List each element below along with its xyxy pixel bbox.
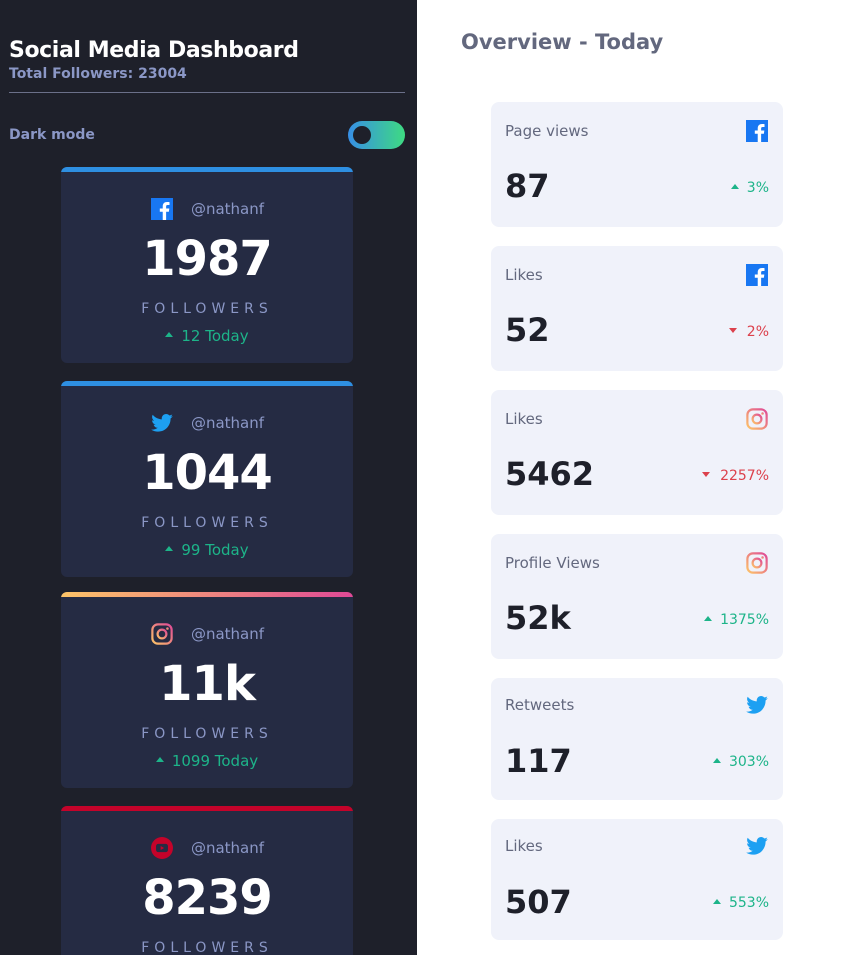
metric-change-text: 553%: [728, 895, 769, 911]
metric-change: 2%: [728, 323, 769, 341]
twitter-icon: [745, 693, 769, 717]
twitter-icon: [745, 834, 769, 858]
metric-value: 87: [505, 167, 550, 205]
toggle-knob[interactable]: [353, 126, 371, 144]
metric-change-text: 2257%: [720, 468, 769, 484]
follower-card-facebook[interactable]: @nathanf 1987 FOLLOWERS 12 Today: [61, 167, 353, 363]
metric-change-text: 2%: [746, 324, 769, 340]
metric-label: Profile Views: [505, 554, 600, 572]
dashboard-title: Social Media Dashboard: [9, 38, 299, 63]
up-arrow-icon: [730, 183, 739, 189]
metric-change: 303%: [712, 753, 769, 771]
follower-card-instagram[interactable]: @nathanf 11k FOLLOWERS 1099 Today: [61, 592, 353, 788]
instagram-icon: [150, 622, 174, 646]
down-arrow-icon: [702, 471, 711, 477]
facebook-icon: [150, 197, 174, 221]
follower-count: 8239: [142, 870, 273, 926]
metric-change: 2257%: [702, 467, 769, 485]
follower-count: 1987: [142, 231, 273, 287]
up-arrow-icon: [712, 898, 721, 904]
card-accent-bar: [61, 381, 353, 386]
overview-card-twitter-likes[interactable]: Likes 507 553%: [491, 819, 783, 940]
card-accent-bar: [61, 806, 353, 811]
followers-label: FOLLOWERS: [141, 301, 273, 317]
overview-card-instagram-likes[interactable]: Likes 5462 2257%: [491, 390, 783, 515]
handle: @nathanf: [190, 839, 265, 857]
overview-card-facebook-likes[interactable]: Likes 52 2%: [491, 246, 783, 371]
handle: @nathanf: [190, 200, 265, 218]
handle: @nathanf: [190, 625, 265, 643]
follower-count: 11k: [159, 656, 256, 712]
twitter-icon: [150, 411, 174, 435]
today-change-text: 12 Today: [181, 327, 249, 345]
instagram-icon: [745, 551, 769, 575]
overview-card-facebook-page-views[interactable]: Page views 87 3%: [491, 102, 783, 227]
facebook-icon: [745, 119, 769, 143]
metric-value: 5462: [505, 455, 595, 493]
metric-value: 507: [505, 883, 572, 921]
metric-change-text: 1375%: [720, 612, 769, 628]
youtube-icon: [150, 836, 174, 860]
today-change: 1099 Today: [61, 752, 353, 770]
metric-label: Page views: [505, 122, 589, 140]
metric-change: 1375%: [704, 611, 769, 629]
followers-label: FOLLOWERS: [141, 940, 273, 955]
today-change-text: 1099 Today: [171, 752, 259, 770]
up-arrow-icon: [155, 757, 164, 762]
dark-mode-toggle[interactable]: [348, 121, 405, 149]
followers-label: FOLLOWERS: [141, 726, 273, 742]
instagram-icon: [745, 407, 769, 431]
metric-value: 52k: [505, 599, 571, 637]
today-change-text: 99 Today: [181, 541, 249, 559]
facebook-icon: [745, 263, 769, 287]
metric-label: Retweets: [505, 696, 575, 714]
up-arrow-icon: [165, 332, 174, 337]
handle: @nathanf: [190, 414, 265, 432]
metric-label: Likes: [505, 410, 543, 428]
card-accent-bar: [61, 592, 353, 597]
follower-card-youtube[interactable]: @nathanf 8239 FOLLOWERS: [61, 806, 353, 955]
up-arrow-icon: [165, 546, 174, 551]
metric-change-text: 3%: [746, 180, 769, 196]
metric-change: 3%: [730, 179, 769, 197]
overview-card-twitter-retweets[interactable]: Retweets 117 303%: [491, 678, 783, 800]
up-arrow-icon: [712, 757, 721, 763]
metric-value: 117: [505, 742, 572, 780]
down-arrow-icon: [728, 327, 737, 333]
total-followers: Total Followers: 23004: [9, 66, 187, 82]
follower-count: 1044: [142, 445, 273, 501]
metric-value: 52: [505, 311, 550, 349]
metric-label: Likes: [505, 266, 543, 284]
dark-mode-label: Dark mode: [9, 127, 95, 143]
today-change: 12 Today: [61, 327, 353, 345]
today-change: 99 Today: [61, 541, 353, 559]
card-accent-bar: [61, 167, 353, 172]
metric-change: 553%: [712, 894, 769, 912]
overview-card-instagram-profile-views[interactable]: Profile Views 52k 1375%: [491, 534, 783, 659]
metric-change-text: 303%: [728, 754, 769, 770]
up-arrow-icon: [704, 615, 713, 621]
follower-card-twitter[interactable]: @nathanf 1044 FOLLOWERS 99 Today: [61, 381, 353, 577]
followers-label: FOLLOWERS: [141, 515, 273, 531]
followers-panel: Social Media Dashboard Total Followers: …: [0, 0, 417, 955]
overview-title: Overview - Today: [461, 30, 664, 54]
metric-label: Likes: [505, 837, 543, 855]
divider: [9, 92, 405, 93]
